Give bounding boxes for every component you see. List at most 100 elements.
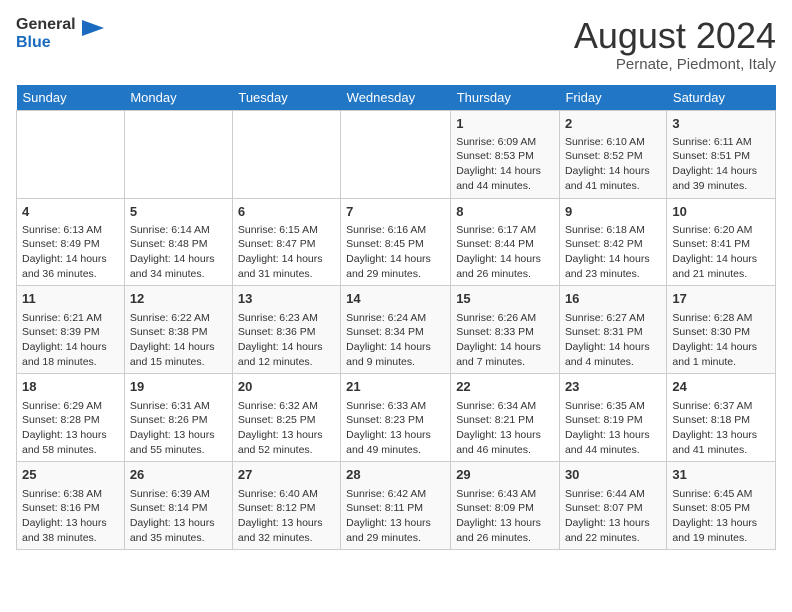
calendar-week-row: 18Sunrise: 6:29 AMSunset: 8:28 PMDayligh… (17, 374, 776, 462)
day-info: Sunset: 8:30 PM (672, 325, 770, 340)
col-saturday: Saturday (667, 85, 776, 111)
calendar-week-row: 1Sunrise: 6:09 AMSunset: 8:53 PMDaylight… (17, 110, 776, 198)
calendar-cell: 30Sunrise: 6:44 AMSunset: 8:07 PMDayligh… (559, 462, 666, 550)
day-number: 7 (346, 203, 445, 221)
day-info: Daylight: 13 hours and 46 minutes. (456, 428, 554, 457)
day-info: Daylight: 13 hours and 26 minutes. (456, 516, 554, 545)
col-sunday: Sunday (17, 85, 125, 111)
day-number: 25 (22, 466, 119, 484)
day-info: Sunrise: 6:10 AM (565, 135, 661, 150)
day-info: Daylight: 14 hours and 36 minutes. (22, 252, 119, 281)
day-info: Daylight: 14 hours and 1 minute. (672, 340, 770, 369)
day-info: Daylight: 13 hours and 52 minutes. (238, 428, 335, 457)
page-header: General Blue August 2024 Pernate, Piedmo… (16, 16, 776, 73)
day-number: 9 (565, 203, 661, 221)
calendar-cell (124, 110, 232, 198)
calendar-cell (232, 110, 340, 198)
day-info: Daylight: 13 hours and 41 minutes. (672, 428, 770, 457)
day-info: Sunset: 8:44 PM (456, 237, 554, 252)
day-info: Daylight: 14 hours and 18 minutes. (22, 340, 119, 369)
calendar-week-row: 11Sunrise: 6:21 AMSunset: 8:39 PMDayligh… (17, 286, 776, 374)
day-info: Sunset: 8:18 PM (672, 413, 770, 428)
day-info: Daylight: 13 hours and 32 minutes. (238, 516, 335, 545)
day-number: 20 (238, 378, 335, 396)
col-friday: Friday (559, 85, 666, 111)
day-number: 12 (130, 290, 227, 308)
calendar-cell: 11Sunrise: 6:21 AMSunset: 8:39 PMDayligh… (17, 286, 125, 374)
day-info: Sunrise: 6:20 AM (672, 223, 770, 238)
day-info: Daylight: 14 hours and 4 minutes. (565, 340, 661, 369)
day-info: Daylight: 14 hours and 15 minutes. (130, 340, 227, 369)
calendar-cell: 12Sunrise: 6:22 AMSunset: 8:38 PMDayligh… (124, 286, 232, 374)
day-info: Daylight: 13 hours and 58 minutes. (22, 428, 119, 457)
day-info: Sunset: 8:14 PM (130, 501, 227, 516)
day-info: Sunset: 8:16 PM (22, 501, 119, 516)
day-info: Sunrise: 6:45 AM (672, 487, 770, 502)
day-number: 23 (565, 378, 661, 396)
day-info: Sunrise: 6:39 AM (130, 487, 227, 502)
day-number: 29 (456, 466, 554, 484)
day-info: Sunset: 8:51 PM (672, 149, 770, 164)
calendar-cell: 5Sunrise: 6:14 AMSunset: 8:48 PMDaylight… (124, 198, 232, 286)
day-info: Sunset: 8:11 PM (346, 501, 445, 516)
day-number: 27 (238, 466, 335, 484)
day-info: Sunset: 8:21 PM (456, 413, 554, 428)
day-number: 11 (22, 290, 119, 308)
title-block: August 2024 Pernate, Piedmont, Italy (574, 16, 776, 73)
day-info: Sunset: 8:49 PM (22, 237, 119, 252)
calendar-cell: 3Sunrise: 6:11 AMSunset: 8:51 PMDaylight… (667, 110, 776, 198)
day-number: 19 (130, 378, 227, 396)
day-info: Daylight: 14 hours and 9 minutes. (346, 340, 445, 369)
day-info: Sunrise: 6:26 AM (456, 311, 554, 326)
calendar-cell: 15Sunrise: 6:26 AMSunset: 8:33 PMDayligh… (451, 286, 560, 374)
day-info: Sunset: 8:36 PM (238, 325, 335, 340)
day-info: Sunrise: 6:38 AM (22, 487, 119, 502)
day-info: Sunset: 8:19 PM (565, 413, 661, 428)
calendar-cell: 17Sunrise: 6:28 AMSunset: 8:30 PMDayligh… (667, 286, 776, 374)
day-info: Daylight: 14 hours and 7 minutes. (456, 340, 554, 369)
day-info: Daylight: 14 hours and 21 minutes. (672, 252, 770, 281)
day-info: Daylight: 13 hours and 49 minutes. (346, 428, 445, 457)
col-monday: Monday (124, 85, 232, 111)
day-info: Sunrise: 6:35 AM (565, 399, 661, 414)
day-info: Sunrise: 6:40 AM (238, 487, 335, 502)
day-number: 8 (456, 203, 554, 221)
day-info: Sunrise: 6:42 AM (346, 487, 445, 502)
calendar-cell: 25Sunrise: 6:38 AMSunset: 8:16 PMDayligh… (17, 462, 125, 550)
day-info: Sunrise: 6:32 AM (238, 399, 335, 414)
calendar-cell: 26Sunrise: 6:39 AMSunset: 8:14 PMDayligh… (124, 462, 232, 550)
day-info: Daylight: 14 hours and 23 minutes. (565, 252, 661, 281)
day-info: Sunset: 8:53 PM (456, 149, 554, 164)
calendar-week-row: 4Sunrise: 6:13 AMSunset: 8:49 PMDaylight… (17, 198, 776, 286)
day-number: 16 (565, 290, 661, 308)
col-wednesday: Wednesday (341, 85, 451, 111)
logo-flag-icon (82, 20, 104, 48)
month-year: August 2024 (574, 16, 776, 56)
calendar-cell: 19Sunrise: 6:31 AMSunset: 8:26 PMDayligh… (124, 374, 232, 462)
day-info: Sunset: 8:45 PM (346, 237, 445, 252)
day-info: Sunset: 8:26 PM (130, 413, 227, 428)
day-info: Sunrise: 6:13 AM (22, 223, 119, 238)
calendar-cell: 28Sunrise: 6:42 AMSunset: 8:11 PMDayligh… (341, 462, 451, 550)
day-info: Sunrise: 6:14 AM (130, 223, 227, 238)
day-info: Daylight: 14 hours and 34 minutes. (130, 252, 227, 281)
calendar-cell: 29Sunrise: 6:43 AMSunset: 8:09 PMDayligh… (451, 462, 560, 550)
day-info: Sunrise: 6:22 AM (130, 311, 227, 326)
day-info: Sunset: 8:34 PM (346, 325, 445, 340)
day-info: Daylight: 13 hours and 22 minutes. (565, 516, 661, 545)
calendar-cell: 13Sunrise: 6:23 AMSunset: 8:36 PMDayligh… (232, 286, 340, 374)
day-info: Sunset: 8:28 PM (22, 413, 119, 428)
location: Pernate, Piedmont, Italy (574, 56, 776, 73)
day-info: Daylight: 14 hours and 39 minutes. (672, 164, 770, 193)
day-number: 15 (456, 290, 554, 308)
calendar-cell: 7Sunrise: 6:16 AMSunset: 8:45 PMDaylight… (341, 198, 451, 286)
day-info: Daylight: 13 hours and 55 minutes. (130, 428, 227, 457)
calendar-cell: 23Sunrise: 6:35 AMSunset: 8:19 PMDayligh… (559, 374, 666, 462)
day-info: Sunrise: 6:24 AM (346, 311, 445, 326)
calendar-cell: 9Sunrise: 6:18 AMSunset: 8:42 PMDaylight… (559, 198, 666, 286)
calendar-cell: 4Sunrise: 6:13 AMSunset: 8:49 PMDaylight… (17, 198, 125, 286)
day-info: Daylight: 13 hours and 29 minutes. (346, 516, 445, 545)
day-info: Sunrise: 6:37 AM (672, 399, 770, 414)
calendar-cell: 20Sunrise: 6:32 AMSunset: 8:25 PMDayligh… (232, 374, 340, 462)
day-info: Daylight: 14 hours and 29 minutes. (346, 252, 445, 281)
